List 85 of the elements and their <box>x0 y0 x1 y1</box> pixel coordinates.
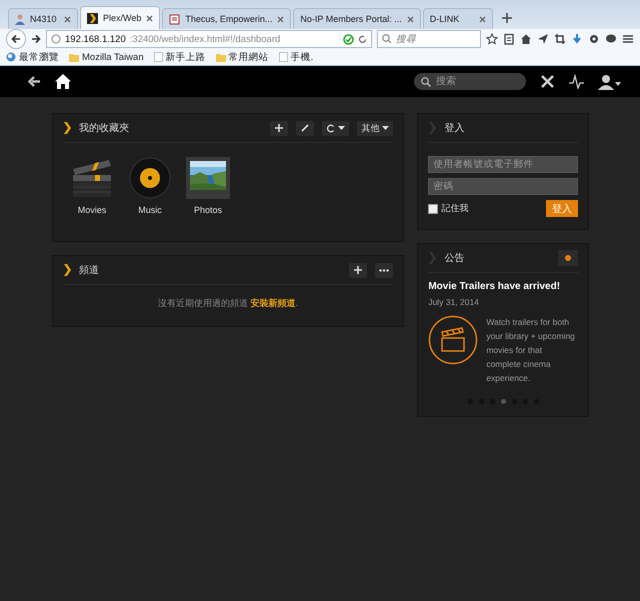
add-button[interactable] <box>270 120 288 136</box>
dot-icon <box>565 255 571 261</box>
panel-title: 公告 <box>444 252 464 265</box>
back-icon <box>11 34 21 44</box>
checkbox[interactable] <box>428 204 438 214</box>
user-icon[interactable] <box>598 74 622 90</box>
close-icon[interactable] <box>406 16 414 22</box>
ellipsis-icon <box>379 268 390 272</box>
home-icon[interactable] <box>55 74 71 89</box>
clipboard-icon[interactable] <box>503 33 515 45</box>
folder-icon <box>69 52 79 62</box>
browser-tab[interactable]: Thecus, Empowerin... <box>162 8 292 29</box>
panel-title: 頻道 <box>79 264 99 277</box>
bookmark-link[interactable]: 常用網站 <box>228 50 269 64</box>
library-item-label[interactable]: Movies <box>78 205 106 215</box>
plus-icon <box>354 266 362 274</box>
caret-icon <box>382 126 390 130</box>
reload-icon[interactable] <box>358 34 367 44</box>
password-field[interactable]: 密碼 <box>428 178 578 195</box>
activity-icon[interactable] <box>569 74 584 89</box>
clapperboard-icon <box>71 157 113 199</box>
edit-button[interactable] <box>296 120 314 136</box>
bookmark-link[interactable]: 最常瀏覽 <box>19 50 59 64</box>
close-icon[interactable] <box>64 16 71 22</box>
menu-icon[interactable] <box>622 33 634 45</box>
document-icon <box>169 14 180 24</box>
chevron-icon <box>87 12 98 24</box>
more-options-button[interactable] <box>375 262 394 278</box>
globe-icon <box>51 34 61 44</box>
empty-message: 沒有近期使用過的頻道 安裝新頻道. <box>157 297 300 310</box>
url-host: 192.168.1.120 <box>65 34 126 44</box>
clapperboard-icon <box>428 315 478 365</box>
close-icon[interactable] <box>478 16 486 22</box>
install-channels-link[interactable]: 安裝新頻道 <box>250 298 296 308</box>
refresh-button[interactable] <box>322 120 350 136</box>
page-icon <box>278 52 288 62</box>
chevron-icon <box>63 122 71 134</box>
browser-tab[interactable]: No-IP Members Portal: ... <box>293 8 421 29</box>
search-field[interactable]: 搜索 <box>436 74 520 89</box>
address-bar[interactable]: 192.168.1.120 :32400/web/index.html#!/dashboard <box>46 30 372 48</box>
pencil-icon <box>301 124 310 132</box>
download-icon[interactable] <box>571 33 583 45</box>
home-icon[interactable] <box>520 33 532 45</box>
username-field[interactable]: 使用者帳號或電子郵件 <box>428 156 578 173</box>
bookmark-link[interactable]: Mozilla Taiwan <box>82 52 144 62</box>
browser-tab[interactable]: Plex/Web <box>80 6 160 29</box>
star-icon[interactable] <box>486 33 498 45</box>
url-path: :32400/web/index.html#!/dashboard <box>130 34 280 44</box>
announcement-date: July 31, 2014 <box>428 297 480 307</box>
person-icon <box>15 14 25 24</box>
browser-tab[interactable]: D-LINK <box>422 8 493 29</box>
panel-title: 我的收藏夾 <box>79 122 129 135</box>
close-icon[interactable] <box>277 16 284 22</box>
announcement-text: Watch trailers for both your library + upcoming movies for that complete cinema experience. <box>486 316 576 385</box>
announcement-headline: Movie Trailers have arrived! <box>428 281 562 292</box>
panel-title: 登入 <box>444 122 464 135</box>
forward-icon[interactable] <box>31 34 41 44</box>
check-icon <box>343 34 354 44</box>
crop-icon[interactable] <box>554 33 566 45</box>
back-arrow-icon[interactable] <box>28 76 41 87</box>
search-icon[interactable] <box>420 76 432 88</box>
bookmark-link[interactable]: 手機. <box>290 50 314 64</box>
search-box[interactable]: 搜尋 <box>377 30 481 48</box>
notification-button[interactable] <box>558 250 578 266</box>
plus-icon <box>275 124 284 132</box>
search-icon[interactable] <box>381 33 393 45</box>
library-item-label[interactable]: Photos <box>194 205 222 215</box>
page-icon <box>154 52 163 62</box>
more-button[interactable]: 其他 <box>357 120 394 136</box>
carousel-dot[interactable] <box>500 399 506 404</box>
send-icon[interactable] <box>537 33 549 45</box>
refresh-icon <box>326 124 336 132</box>
bookmark-link[interactable]: 新手上路 <box>166 50 206 64</box>
close-icon[interactable] <box>146 14 154 22</box>
remember-me-label[interactable]: 記住我 <box>441 202 468 215</box>
globe-icon <box>6 52 16 62</box>
caret-icon <box>338 126 346 130</box>
browser-tab[interactable]: N4310 <box>8 8 78 29</box>
chevron-icon <box>63 264 71 276</box>
vinyl-record-icon <box>129 157 171 199</box>
search-box[interactable]: 搜索 <box>414 73 526 90</box>
library-item-label[interactable]: Music <box>138 205 162 215</box>
add-button[interactable] <box>349 262 368 278</box>
back-button[interactable] <box>6 29 26 49</box>
folder-icon <box>216 52 226 62</box>
